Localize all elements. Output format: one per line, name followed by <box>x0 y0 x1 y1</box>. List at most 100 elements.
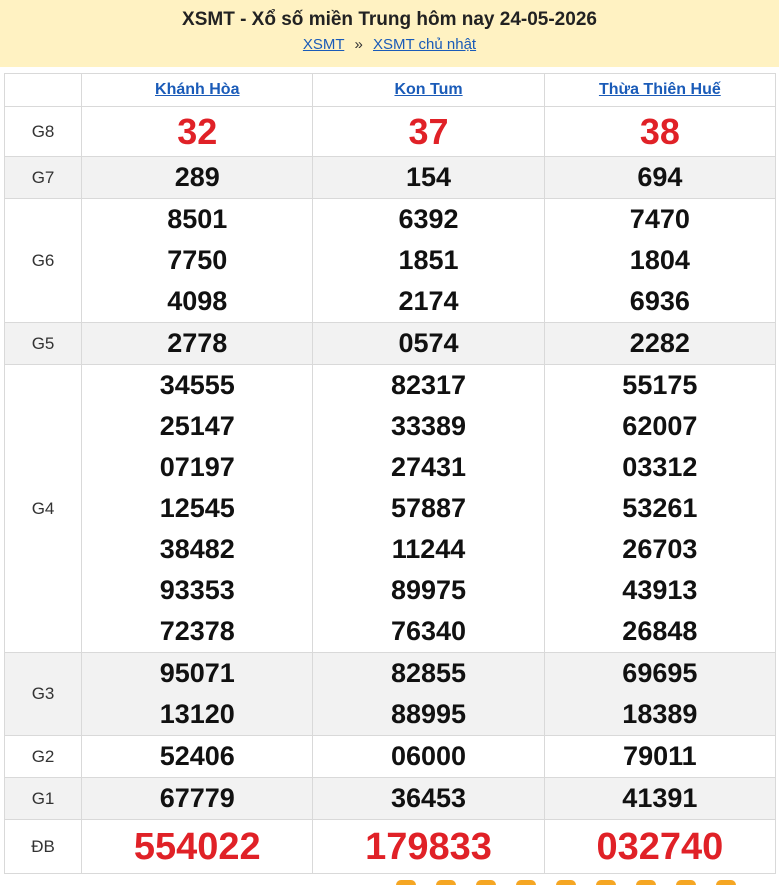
prize-label: G8 <box>3 106 83 157</box>
prize-number: 34555 <box>159 370 235 400</box>
prize-cell: 52406 <box>81 735 314 778</box>
prize-number: 7470 <box>629 204 690 234</box>
prize-number: 06000 <box>390 741 467 771</box>
province-link-khanh-hoa[interactable]: Khánh Hòa <box>155 81 239 98</box>
prize-number: 79011 <box>623 741 697 771</box>
page-header: XSMT - Xổ số miền Trung hôm nay 24-05-20… <box>0 0 779 67</box>
prize-label: G1 <box>3 777 83 820</box>
decor-dot <box>636 880 656 885</box>
prize-number: 93353 <box>159 575 235 605</box>
prize-number: 67779 <box>159 783 235 813</box>
prize-number: 82855 <box>390 658 467 688</box>
prize-number: 33389 <box>390 411 467 441</box>
prize-cell: 2282 <box>543 322 777 365</box>
prize-cell: 554022 <box>81 819 314 874</box>
prize-number: 6392 <box>398 204 459 234</box>
decor-dot <box>436 880 456 885</box>
prize-row-g2: G2 52406 06000 79011 <box>3 735 777 778</box>
prize-cell: 55175 62007 03312 53261 26703 43913 26848 <box>543 364 777 653</box>
prize-number: 7750 <box>167 245 228 275</box>
prize-cell: 154 <box>312 156 545 199</box>
breadcrumb-xsmt-sunday-link[interactable]: XSMT chủ nhật <box>373 36 476 53</box>
prize-row-g7: G7 289 154 694 <box>3 156 777 199</box>
corner-cell <box>3 73 83 107</box>
breadcrumb-separator: » <box>354 36 363 53</box>
prize-cell: 7470 1804 6936 <box>543 198 777 323</box>
decor-dot <box>596 880 616 885</box>
prize-row-g4: G4 34555 25147 07197 12545 38482 93353 72378 823… <box>3 364 777 653</box>
prize-number: 179833 <box>365 825 492 868</box>
prize-number: 27431 <box>390 452 467 482</box>
prize-number: 88995 <box>390 699 467 729</box>
prize-number: 72378 <box>159 616 235 646</box>
prize-number: 13120 <box>159 699 235 729</box>
prize-number: 2778 <box>167 328 228 358</box>
prize-label: G5 <box>3 322 83 365</box>
prize-cell: 0574 <box>312 322 545 365</box>
prize-cell: 32 <box>81 106 314 157</box>
prize-row-g6: G6 8501 7750 4098 6392 1851 2174 7470 1804 6936 <box>3 198 777 323</box>
prize-number: 8501 <box>167 204 228 234</box>
prize-number: 53261 <box>622 493 698 523</box>
prize-cell: 36453 <box>312 777 545 820</box>
prize-number: 32 <box>177 110 218 152</box>
decor-dot <box>556 880 576 885</box>
prize-cell: 179833 <box>312 819 545 874</box>
prize-number: 12545 <box>159 493 235 523</box>
province-header: Kon Tum <box>312 73 545 107</box>
breadcrumb: XSMT » XSMT chủ nhật <box>0 36 779 53</box>
prize-number: 36453 <box>390 783 467 813</box>
prize-number: 1804 <box>629 245 690 275</box>
prize-number: 55175 <box>622 370 698 400</box>
prize-label: G3 <box>3 652 83 736</box>
prize-cell: 8501 7750 4098 <box>81 198 314 323</box>
prize-row-g5: G5 2778 0574 2282 <box>3 322 777 365</box>
prize-row-g1: G1 67779 36453 41391 <box>3 777 777 820</box>
prize-cell: 38 <box>543 106 777 157</box>
prize-row-db: ĐB 554022 179833 032740 <box>3 819 777 874</box>
prize-row-g8: G8 32 37 38 <box>3 106 777 157</box>
prize-number: 18389 <box>622 699 698 729</box>
prize-number: 1851 <box>398 245 459 275</box>
prize-number: 41391 <box>622 783 698 813</box>
footer-decoration <box>4 880 776 885</box>
prize-number: 554022 <box>133 825 261 868</box>
prize-number: 154 <box>406 162 452 192</box>
prize-label: ĐB <box>3 819 83 874</box>
prize-number: 4098 <box>167 286 228 316</box>
prize-cell: 032740 <box>543 819 777 874</box>
prize-number: 26703 <box>622 534 698 564</box>
page-title: XSMT - Xổ số miền Trung hôm nay 24-05-20… <box>182 9 597 30</box>
prize-number: 2282 <box>629 328 690 358</box>
prize-cell: 69695 18389 <box>543 652 777 736</box>
prize-cell: 694 <box>543 156 777 199</box>
decor-dot <box>676 880 696 885</box>
breadcrumb-xsmt-link[interactable]: XSMT <box>303 36 344 53</box>
prize-cell: 95071 13120 <box>81 652 314 736</box>
decor-dot <box>716 880 736 885</box>
province-link-kon-tum[interactable]: Kon Tum <box>394 81 462 98</box>
prize-number: 25147 <box>159 411 235 441</box>
prize-number: 57887 <box>390 493 467 523</box>
province-header: Khánh Hòa <box>81 73 314 107</box>
prize-number: 032740 <box>596 825 724 868</box>
prize-number: 11244 <box>391 534 466 564</box>
decor-dot <box>476 880 496 885</box>
prize-number: 03312 <box>622 452 698 482</box>
prize-number: 52406 <box>159 741 235 771</box>
prize-cell: 289 <box>81 156 314 199</box>
prize-number: 0574 <box>398 328 459 358</box>
prize-number: 2174 <box>398 286 459 316</box>
prize-number: 62007 <box>622 411 698 441</box>
prize-number: 694 <box>637 162 683 192</box>
prize-number: 6936 <box>629 286 690 316</box>
prize-number: 38 <box>639 110 680 152</box>
prize-cell: 37 <box>312 106 545 157</box>
prize-cell: 79011 <box>543 735 777 778</box>
prize-cell: 41391 <box>543 777 777 820</box>
province-link-thua-thien-hue[interactable]: Thừa Thiên Huế <box>599 81 721 98</box>
prize-number: 82317 <box>390 370 467 400</box>
prize-cell: 2778 <box>81 322 314 365</box>
prize-number: 07197 <box>159 452 235 482</box>
prize-cell: 06000 <box>312 735 545 778</box>
